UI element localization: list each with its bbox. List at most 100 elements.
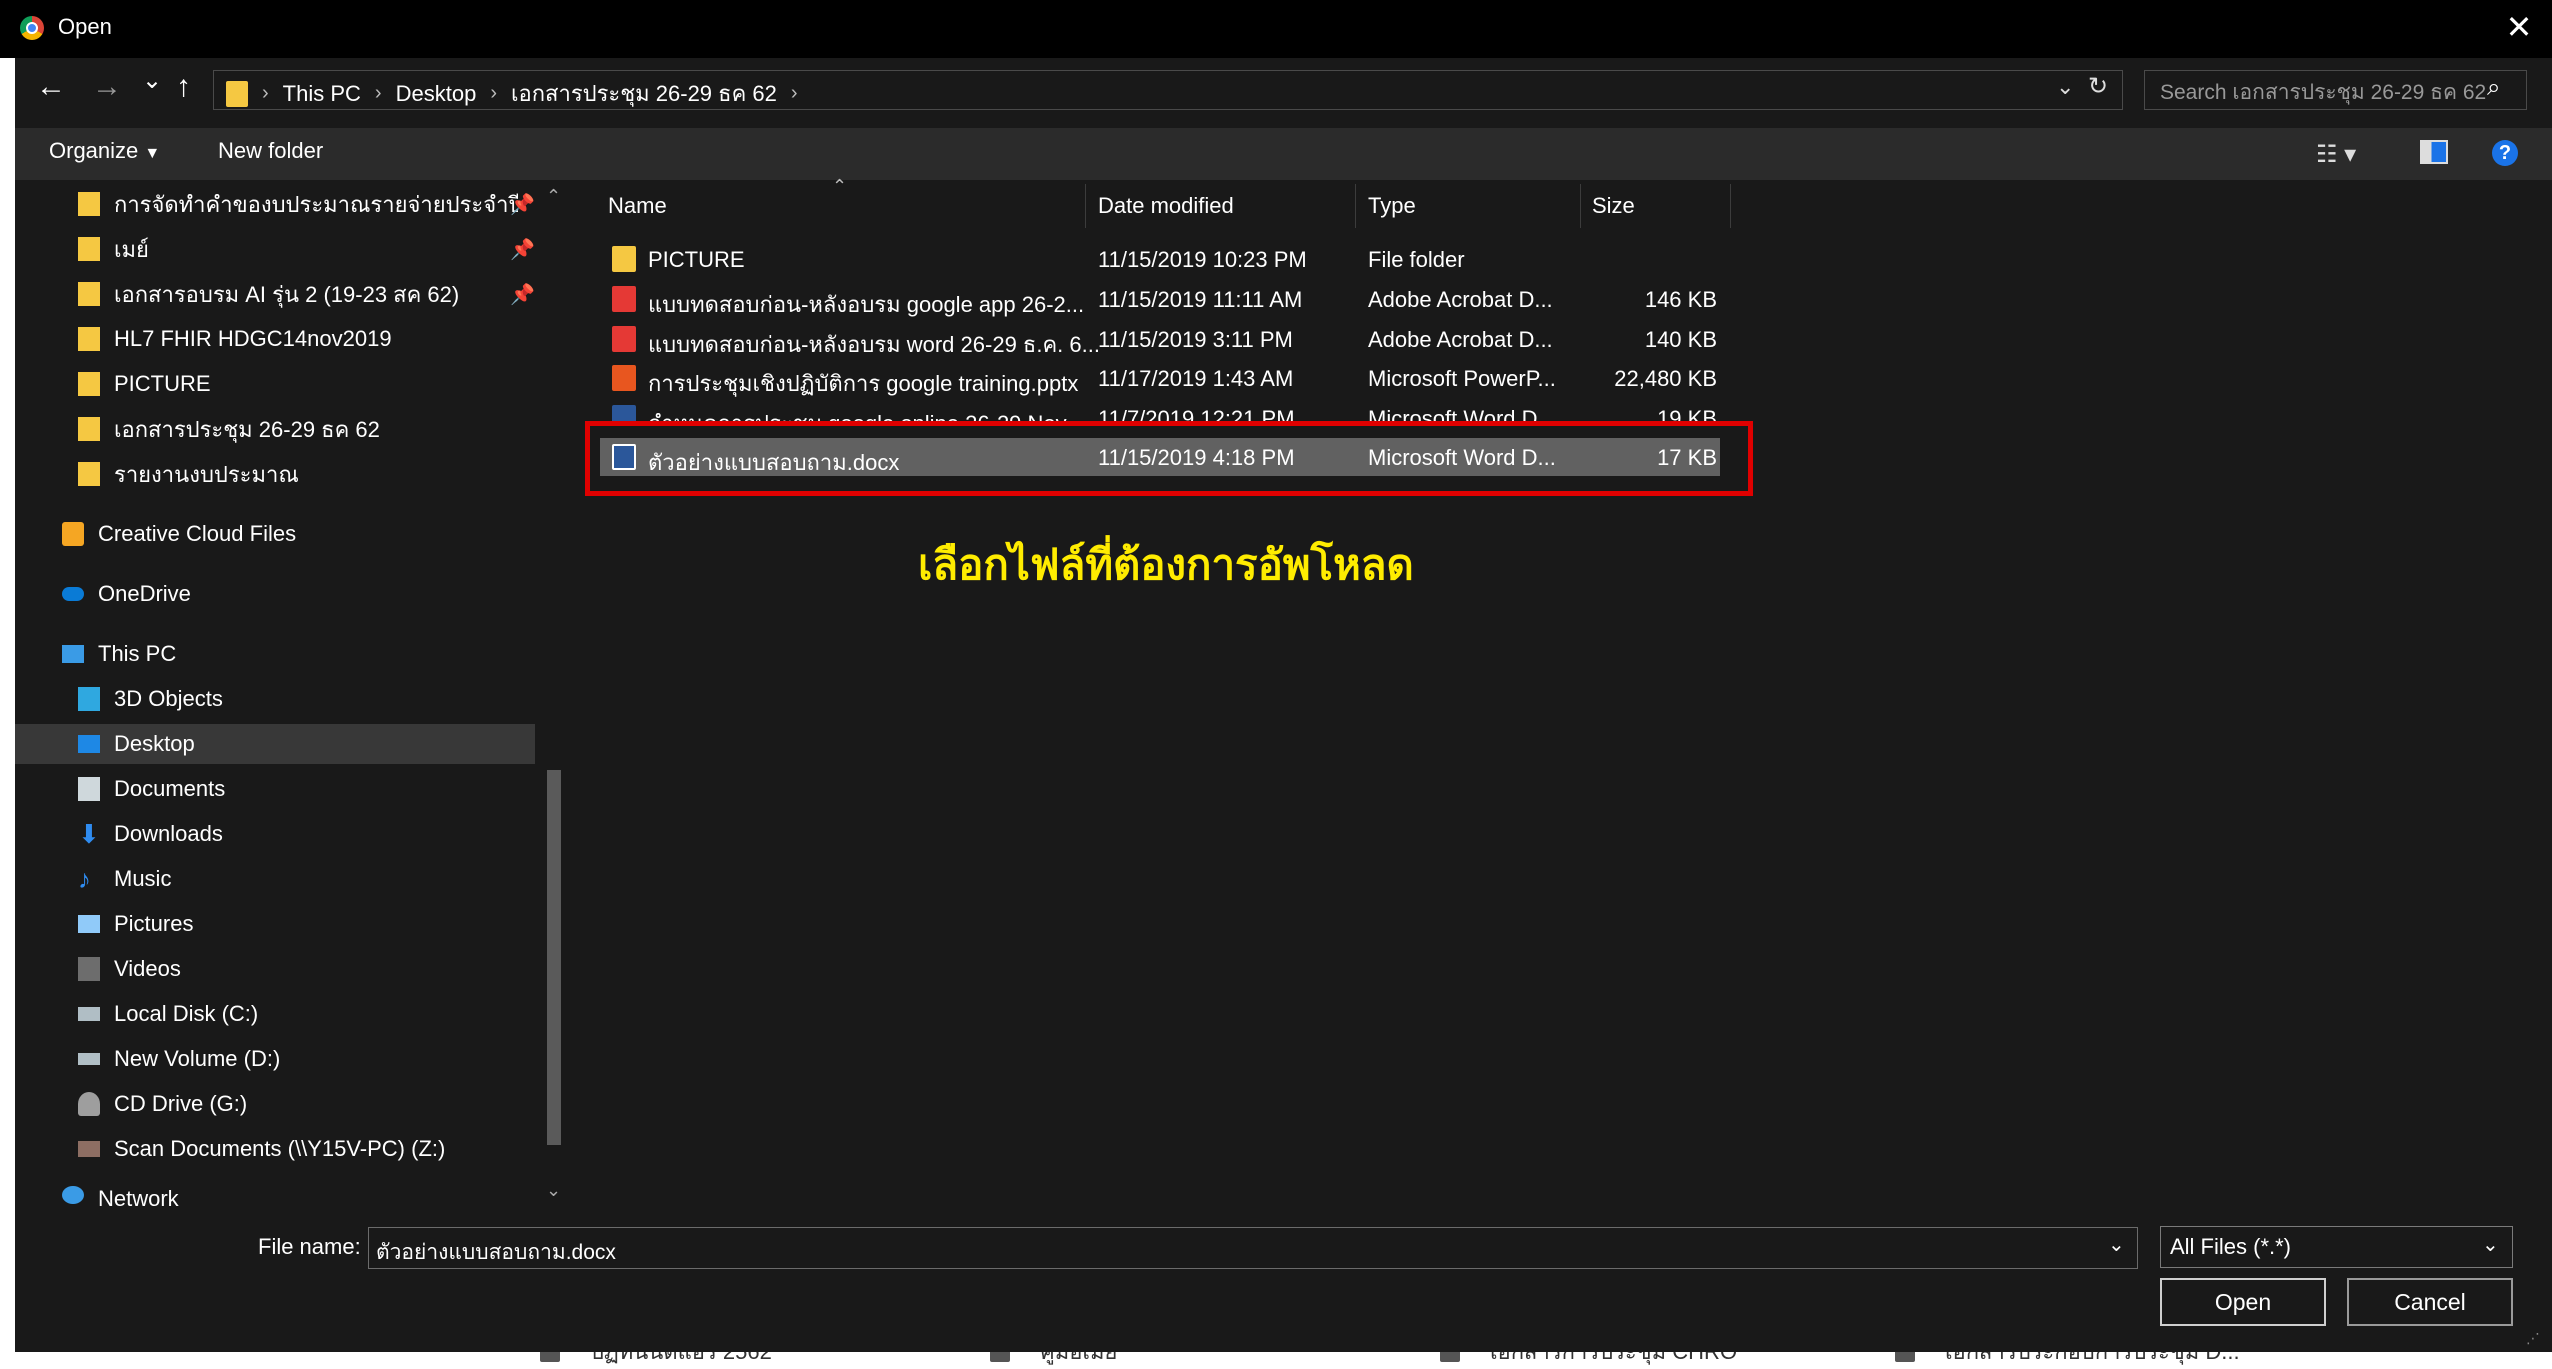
pdf-icon xyxy=(612,326,636,352)
download-arrow-icon: ⬇ xyxy=(78,819,100,849)
sidebar-item-3d-objects[interactable]: 3D Objects xyxy=(78,681,223,717)
sidebar-item-quick-access[interactable]: เมย์ xyxy=(78,231,149,267)
file-name-value[interactable]: ตัวอย่างแบบสอบถาม.docx xyxy=(376,1236,616,1269)
file-name: แบบทดสอบก่อน-หลังอบรม word 26-29 ธ.ค. 6.… xyxy=(648,332,1100,357)
folder-icon xyxy=(78,372,100,396)
new-folder-button[interactable]: New folder xyxy=(218,138,323,164)
sidebar-item-quick-access[interactable]: PICTURE xyxy=(78,366,211,402)
file-name-label: File name: xyxy=(258,1234,361,1259)
column-header-size[interactable]: Size xyxy=(1592,193,1635,219)
column-header-type[interactable]: Type xyxy=(1368,193,1416,219)
scrollbar-thumb[interactable] xyxy=(547,770,561,1145)
help-button[interactable]: ? xyxy=(2492,140,2518,166)
file-name-field[interactable] xyxy=(368,1227,2138,1269)
pdf-icon xyxy=(612,286,636,312)
column-divider[interactable] xyxy=(1580,184,1581,228)
search-icon[interactable]: ⌕ xyxy=(2487,74,2500,102)
view-options-icon[interactable]: ☷ ▾ xyxy=(2316,140,2356,169)
file-type: Adobe Acrobat D... xyxy=(1368,287,1553,312)
address-dropdown-icon[interactable]: ⌄ xyxy=(2056,74,2074,100)
sidebar-item-quick-access[interactable]: HL7 FHIR HDGC14nov2019 xyxy=(78,321,392,357)
pptx-icon xyxy=(612,365,636,391)
chevron-right-icon[interactable]: › xyxy=(262,82,269,105)
sidebar-item-network-drive[interactable]: Scan Documents (\\Y15V-PC) (Z:) xyxy=(78,1131,445,1167)
back-button[interactable]: ← xyxy=(36,70,66,104)
sidebar-item-this-pc[interactable]: This PC xyxy=(62,636,176,672)
column-header-name[interactable]: Name xyxy=(608,193,667,219)
search-input[interactable]: Search เอกสารประชุม 26-29 ธค 62 xyxy=(2160,76,2486,109)
organize-button[interactable]: Organize ▼ xyxy=(49,138,160,164)
preview-pane-icon[interactable] xyxy=(2420,140,2448,164)
film-icon xyxy=(78,957,100,981)
window-title: Open xyxy=(58,14,112,39)
sidebar-item-quick-access[interactable]: เอกสารอบรม AI รุ่น 2 (19-23 สค 62) xyxy=(78,276,459,312)
sidebar-item-creative-cloud[interactable]: Creative Cloud Files xyxy=(62,516,296,552)
cloud-icon xyxy=(62,587,84,601)
sidebar-item-pictures[interactable]: Pictures xyxy=(78,906,193,942)
docx-icon xyxy=(612,405,636,421)
sidebar-item-quick-access[interactable]: รายงานงบประมาณ xyxy=(78,456,299,492)
document-icon xyxy=(78,777,100,801)
folder-icon xyxy=(226,80,248,107)
chevron-down-icon[interactable]: ⌄ xyxy=(2482,1232,2499,1257)
breadcrumb-desktop[interactable]: Desktop xyxy=(396,81,477,107)
pictures-icon xyxy=(78,915,100,933)
sidebar-item-downloads[interactable]: ⬇ Downloads xyxy=(78,816,223,852)
file-date: 11/15/2019 3:11 PM xyxy=(1098,327,1293,352)
sidebar-item-network[interactable]: Network xyxy=(62,1186,179,1210)
file-name: แบบทดสอบก่อน-หลังอบรม google app 26-2... xyxy=(648,292,1085,317)
sidebar-item-documents[interactable]: Documents xyxy=(78,771,225,807)
file-size: 19 KB xyxy=(1657,406,1717,421)
folder-icon xyxy=(78,237,100,261)
file-name: กำหนดการประชุม google online 26-29 Nov .… xyxy=(648,406,1091,421)
sidebar-item-new-volume[interactable]: New Volume (D:) xyxy=(78,1041,280,1077)
chevron-right-icon[interactable]: › xyxy=(490,82,497,105)
file-row[interactable]: PICTURE 11/15/2019 10:23 PM File folder xyxy=(600,240,1720,278)
pin-icon[interactable]: 📌 xyxy=(510,192,535,217)
sidebar-item-videos[interactable]: Videos xyxy=(78,951,181,987)
cd-drive-icon xyxy=(78,1092,100,1116)
sidebar-item-desktop[interactable]: Desktop xyxy=(78,726,195,762)
sidebar-item-music[interactable]: ♪ Music xyxy=(78,861,171,897)
file-row[interactable]: แบบทดสอบก่อน-หลังอบรม google app 26-2...… xyxy=(600,280,1720,318)
sidebar-item-quick-access[interactable]: เอกสารประชุม 26-29 ธค 62 xyxy=(78,411,380,447)
sidebar-item-quick-access[interactable]: การจัดทำคำของบประมาณรายจ่ายประจำปี 2564 xyxy=(78,186,518,222)
folder-icon xyxy=(78,327,100,351)
resize-grip-icon[interactable]: ⋰ xyxy=(2526,1330,2540,1347)
open-button[interactable]: Open xyxy=(2160,1278,2326,1326)
recent-locations-button[interactable]: ⌄ xyxy=(142,66,162,95)
close-button[interactable]: ✕ xyxy=(2502,10,2536,44)
navigation-scrollbar[interactable] xyxy=(543,180,565,1210)
file-type: Microsoft PowerP... xyxy=(1368,366,1556,391)
chevron-right-icon[interactable]: › xyxy=(791,82,798,105)
up-button[interactable]: ↑ xyxy=(176,70,191,104)
sidebar-item-cd-drive[interactable]: CD Drive (G:) xyxy=(78,1086,247,1122)
pin-icon[interactable]: 📌 xyxy=(510,282,535,307)
pin-icon[interactable]: 📌 xyxy=(510,237,535,262)
sidebar-item-onedrive[interactable]: OneDrive xyxy=(62,576,191,612)
scroll-down-icon[interactable]: ⌄ xyxy=(546,1180,561,1201)
chevron-right-icon[interactable]: › xyxy=(375,82,382,105)
breadcrumb-current-folder[interactable]: เอกสารประชุม 26-29 ธค 62 xyxy=(511,76,777,111)
file-type-filter-value[interactable]: All Files (*.*) xyxy=(2170,1234,2291,1260)
refresh-icon[interactable]: ↻ xyxy=(2088,72,2108,101)
column-header-date[interactable]: Date modified xyxy=(1098,193,1234,219)
folder-icon xyxy=(78,417,100,441)
chevron-down-icon[interactable]: ⌄ xyxy=(2108,1232,2125,1257)
network-drive-icon xyxy=(78,1141,100,1157)
file-type: Microsoft Word D... xyxy=(1368,406,1556,421)
creative-cloud-icon xyxy=(62,522,84,546)
sidebar-item-local-disk[interactable]: Local Disk (C:) xyxy=(78,996,258,1032)
scroll-up-icon[interactable]: ⌃ xyxy=(546,186,561,207)
file-row[interactable]: กำหนดการประชุม google online 26-29 Nov .… xyxy=(600,399,1720,421)
column-divider[interactable] xyxy=(1085,184,1086,228)
column-divider[interactable] xyxy=(1355,184,1356,228)
file-name: PICTURE xyxy=(648,247,745,272)
cancel-button[interactable]: Cancel xyxy=(2347,1278,2513,1326)
file-date: 11/15/2019 10:23 PM xyxy=(1098,247,1307,272)
forward-button[interactable]: → xyxy=(92,70,122,104)
file-row[interactable]: แบบทดสอบก่อน-หลังอบรม word 26-29 ธ.ค. 6.… xyxy=(600,320,1720,358)
file-row[interactable]: การประชุมเชิงปฏิบัติการ google training.… xyxy=(600,359,1720,397)
column-divider[interactable] xyxy=(1730,184,1731,228)
breadcrumb-this-pc[interactable]: This PC xyxy=(283,81,361,107)
